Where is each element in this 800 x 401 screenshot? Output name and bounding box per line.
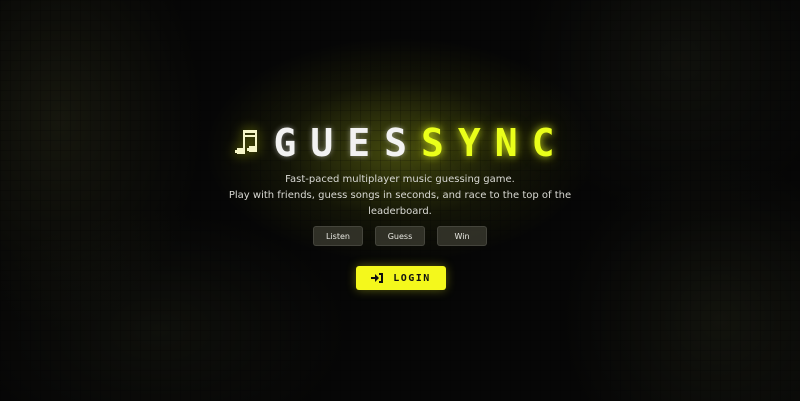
login-button[interactable]: LOGIN (356, 266, 446, 290)
steps-row: Listen Guess Win (0, 226, 800, 246)
login-label: LOGIN (393, 272, 431, 284)
logo-inner: GUESSYNC (231, 120, 568, 166)
music-note-icon (235, 130, 258, 154)
logo-text: GUESSYNC (273, 120, 568, 166)
tagline-line-2: Play with friends, guess songs in second… (228, 190, 572, 201)
step-pill-guess: Guess (375, 226, 425, 246)
logo: GUESSYNC (0, 120, 800, 166)
tagline: Fast-paced multiplayer music guessing ga… (0, 172, 800, 220)
step-pill-listen: Listen (313, 226, 363, 246)
logo-text-part1: GUES (273, 121, 421, 165)
logo-text-part2: SYNC (421, 121, 569, 165)
step-pill-win: Win (437, 226, 487, 246)
tagline-line-1: Fast-paced multiplayer music guessing ga… (285, 174, 515, 185)
sign-in-icon (371, 273, 384, 283)
tagline-line-3: leaderboard. (368, 206, 432, 217)
landing-page: GUESSYNC Fast-paced multiplayer music gu… (0, 0, 800, 401)
